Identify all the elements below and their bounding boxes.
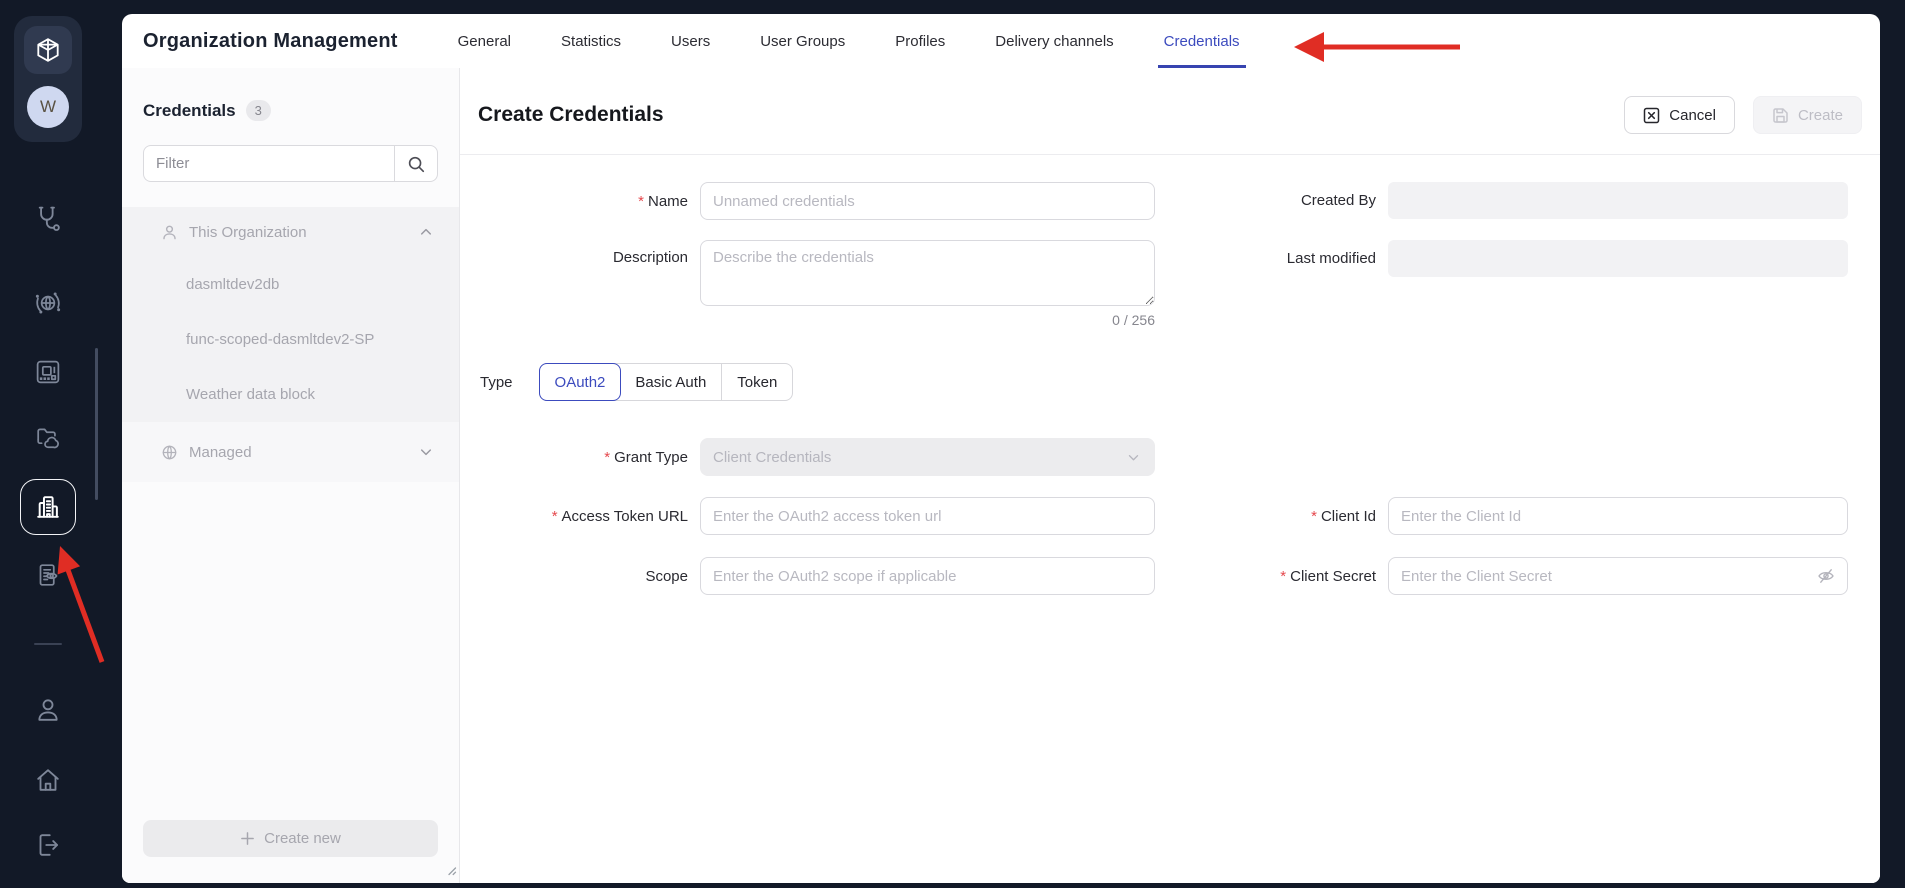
client-id-label: *Client Id (1160, 508, 1388, 525)
create-new-button[interactable]: Create new (143, 820, 438, 857)
name-input[interactable] (700, 182, 1155, 220)
eye-off-icon[interactable] (1816, 566, 1836, 586)
document-eye-icon[interactable] (28, 555, 68, 595)
required-mark: * (1280, 568, 1286, 585)
type-segmented-control: OAuth2 Basic Auth Token (539, 363, 794, 401)
tree-group-managed[interactable]: Managed (122, 422, 459, 482)
cancel-label: Cancel (1669, 107, 1716, 124)
tab-profiles[interactable]: Profiles (895, 14, 945, 68)
home-icon[interactable] (28, 760, 68, 800)
network-globe-icon[interactable] (28, 283, 68, 323)
chevron-up-icon[interactable] (417, 223, 435, 241)
credential-item-dasmltdev2db[interactable]: dasmltdev2db (122, 257, 459, 312)
user-icon[interactable] (28, 690, 68, 730)
grant-type-value: Client Credentials (713, 449, 831, 466)
description-textarea[interactable] (700, 240, 1155, 306)
plus-icon (240, 831, 255, 846)
credentials-tree: This Organization dasmltdev2db func-scop… (122, 207, 459, 482)
user-avatar[interactable]: W (27, 86, 69, 128)
access-token-url-input[interactable] (700, 497, 1155, 535)
save-icon (1772, 107, 1789, 124)
avatar-initial: W (40, 97, 56, 117)
last-modified-field (1388, 240, 1848, 277)
client-secret-input[interactable] (1388, 557, 1848, 595)
created-by-field (1388, 182, 1848, 219)
required-mark: * (604, 449, 610, 466)
credentials-sidebar: Credentials 3 (122, 68, 460, 883)
stethoscope-icon[interactable] (28, 198, 68, 238)
description-label: Description (460, 240, 700, 266)
app-window: Organization Management General Statisti… (122, 14, 1880, 883)
tab-users[interactable]: Users (671, 14, 710, 68)
person-icon (160, 223, 179, 242)
access-token-url-label: *Access Token URL (460, 508, 700, 525)
page-title: Organization Management (143, 30, 398, 53)
app-rail: W (0, 0, 122, 888)
client-id-input[interactable] (1388, 497, 1848, 535)
char-counter: 0 / 256 (460, 312, 1155, 328)
required-mark: * (552, 508, 558, 525)
tab-general[interactable]: General (458, 14, 511, 68)
required-mark: * (638, 193, 644, 210)
app-logo-button[interactable] (24, 26, 72, 74)
created-by-label: Created By (1160, 192, 1388, 209)
rail-scrollbar[interactable] (95, 348, 98, 500)
tab-credentials[interactable]: Credentials (1164, 14, 1240, 68)
globe-icon (160, 443, 179, 462)
chevron-down-icon[interactable] (417, 443, 435, 461)
chip-icon[interactable] (28, 352, 68, 392)
logout-icon[interactable] (28, 825, 68, 865)
type-option-oauth2[interactable]: OAuth2 (539, 363, 622, 401)
rail-divider (34, 643, 62, 645)
form-title: Create Credentials (478, 96, 664, 134)
scope-input[interactable] (700, 557, 1155, 595)
organization-building-icon[interactable] (20, 479, 76, 535)
tab-delivery-channels[interactable]: Delivery channels (995, 14, 1113, 68)
cloud-folder-icon[interactable] (28, 418, 68, 458)
credential-item-weather-data-block[interactable]: Weather data block (122, 367, 459, 422)
toolbar-divider (460, 154, 1880, 155)
search-button[interactable] (394, 145, 438, 182)
create-label: Create (1798, 107, 1843, 124)
cancel-button[interactable]: Cancel (1624, 96, 1735, 134)
client-secret-label: *Client Secret (1160, 568, 1388, 585)
credentials-count-badge: 3 (246, 100, 271, 121)
search-icon (406, 154, 426, 174)
required-mark: * (1311, 508, 1317, 525)
app-header: Organization Management General Statisti… (122, 14, 1880, 68)
filter-group (143, 145, 438, 182)
create-new-label: Create new (264, 830, 341, 847)
type-option-token[interactable]: Token (721, 364, 792, 400)
chevron-down-icon (1125, 449, 1142, 466)
grant-type-select: Client Credentials (700, 438, 1155, 476)
filter-input[interactable] (143, 145, 394, 182)
create-credentials-pane: Create Credentials Cancel (460, 68, 1880, 883)
create-button[interactable]: Create (1753, 96, 1862, 134)
tab-user-groups[interactable]: User Groups (760, 14, 845, 68)
name-label: *Name (460, 193, 700, 210)
tab-bar: General Statistics Users User Groups Pro… (458, 14, 1240, 68)
grant-type-label: *Grant Type (460, 449, 700, 466)
cancel-x-icon (1643, 107, 1660, 124)
sidebar-resize-handle[interactable] (444, 863, 457, 881)
tree-group-label: Managed (189, 444, 252, 461)
type-option-basic-auth[interactable]: Basic Auth (620, 364, 721, 400)
cube-logo-icon (34, 36, 62, 64)
type-label: Type (480, 374, 513, 391)
scope-label: Scope (460, 568, 700, 585)
credential-item-func-scoped[interactable]: func-scoped-dasmltdev2-SP (122, 312, 459, 367)
tree-group-label: This Organization (189, 224, 307, 241)
tab-statistics[interactable]: Statistics (561, 14, 621, 68)
sidebar-title: Credentials (143, 101, 236, 121)
last-modified-label: Last modified (1160, 250, 1388, 267)
tree-group-this-organization[interactable]: This Organization (122, 207, 459, 257)
logo-avatar-group: W (14, 16, 82, 142)
